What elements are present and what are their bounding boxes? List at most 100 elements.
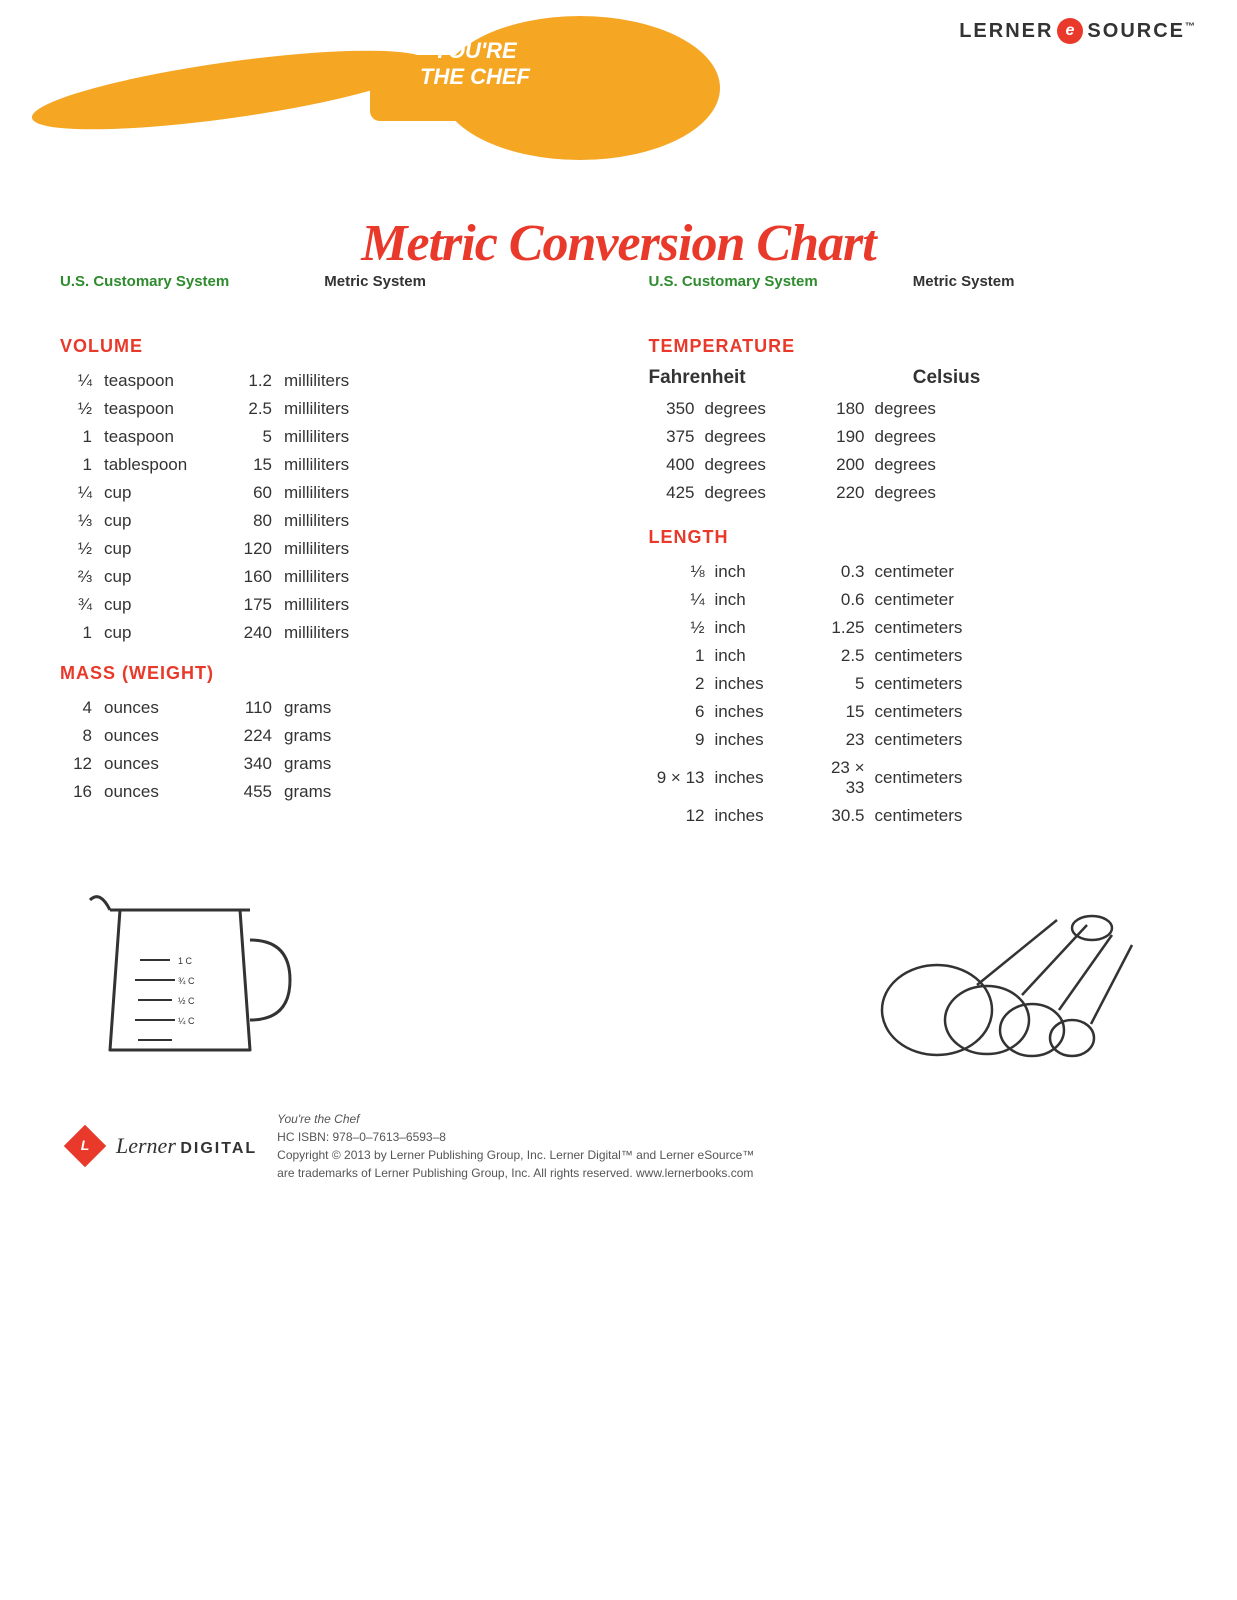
- volume-table: ¼ teaspoon 1.2 milliliters ½ teaspoon 2.…: [60, 367, 589, 647]
- length-row: 12 inches 30.5 centimeters: [649, 802, 1178, 830]
- length-qty: 9 × 13: [649, 754, 709, 802]
- lerner-e-icon: e: [1057, 18, 1083, 44]
- volume-unit: cup: [96, 563, 226, 591]
- volume-unit: cup: [96, 619, 226, 647]
- volume-qty: ⅔: [60, 563, 96, 591]
- svg-text:L: L: [81, 1137, 90, 1153]
- length-unit: inch: [709, 614, 809, 642]
- volume-metric-unit: milliliters: [276, 535, 589, 563]
- volume-metric-unit: milliliters: [276, 395, 589, 423]
- volume-metric-num: 80: [226, 507, 276, 535]
- length-unit: inches: [709, 802, 809, 830]
- volume-metric-unit: milliliters: [276, 591, 589, 619]
- right-column: TEMPERATURE Fahrenheit Celsius 350 degre…: [619, 320, 1178, 850]
- volume-row: ½ teaspoon 2.5 milliliters: [60, 395, 589, 423]
- mass-table: 4 ounces 110 grams 8 ounces 224 grams 12…: [60, 694, 589, 806]
- mass-row: 8 ounces 224 grams: [60, 722, 589, 750]
- temp-c-unit: degrees: [869, 423, 1178, 451]
- svg-text:¼ C: ¼ C: [178, 1016, 195, 1026]
- length-metric-num: 15: [809, 698, 869, 726]
- length-row: 1 inch 2.5 centimeters: [649, 642, 1178, 670]
- mass-metric-unit: grams: [276, 750, 589, 778]
- length-label: LENGTH: [649, 527, 1178, 548]
- mass-metric-num: 455: [226, 778, 276, 806]
- length-table: ⅛ inch 0.3 centimeter ¼ inch 0.6 centime…: [649, 558, 1178, 830]
- volume-qty: 1: [60, 619, 96, 647]
- length-metric-num: 0.3: [809, 558, 869, 586]
- length-unit: inches: [709, 726, 809, 754]
- volume-qty: ¼: [60, 367, 96, 395]
- volume-metric-num: 2.5: [226, 395, 276, 423]
- mass-row: 4 ounces 110 grams: [60, 694, 589, 722]
- length-unit: inch: [709, 586, 809, 614]
- volume-qty: ¼: [60, 479, 96, 507]
- measuring-cup-illustration: 1 C ¾ C ½ C ¼ C: [80, 880, 300, 1080]
- footer: L Lerner DIGITAL You're the Chef HC ISBN…: [0, 1100, 1237, 1202]
- us-customary-label-left: U.S. Customary System: [60, 273, 324, 290]
- temp-c-num: 190: [819, 423, 869, 451]
- volume-row: 1 teaspoon 5 milliliters: [60, 423, 589, 451]
- metric-label-right: Metric System: [913, 273, 1177, 290]
- length-metric-unit: centimeters: [869, 754, 1178, 802]
- temp-c-num: 200: [819, 451, 869, 479]
- volume-label: VOLUME: [60, 336, 589, 357]
- volume-unit: teaspoon: [96, 395, 226, 423]
- volume-row: ¼ teaspoon 1.2 milliliters: [60, 367, 589, 395]
- length-metric-num: 2.5: [809, 642, 869, 670]
- source-text: SOURCE™: [1087, 20, 1197, 43]
- length-metric-unit: centimeter: [869, 586, 1178, 614]
- mass-row: 16 ounces 455 grams: [60, 778, 589, 806]
- col-header-right: U.S. Customary System Metric System: [619, 273, 1178, 290]
- column-headers: U.S. Customary System Metric System U.S.…: [0, 273, 1237, 290]
- length-row: ½ inch 1.25 centimeters: [649, 614, 1178, 642]
- volume-unit: cup: [96, 591, 226, 619]
- length-section: LENGTH ⅛ inch 0.3 centimeter ¼ inch 0.6 …: [649, 527, 1178, 830]
- length-qty: 9: [649, 726, 709, 754]
- length-row: 9 × 13 inches 23 × 33 centimeters: [649, 754, 1178, 802]
- footer-diamond-icon: L: [60, 1121, 110, 1171]
- length-metric-unit: centimeters: [869, 698, 1178, 726]
- length-row: 9 inches 23 centimeters: [649, 726, 1178, 754]
- temp-f-num: 425: [649, 479, 699, 507]
- volume-metric-num: 15: [226, 451, 276, 479]
- volume-metric-num: 5: [226, 423, 276, 451]
- col-header-left: U.S. Customary System Metric System: [60, 273, 619, 290]
- mass-metric-num: 110: [226, 694, 276, 722]
- page-title: Metric Conversion Chart: [0, 214, 1237, 273]
- length-metric-num: 1.25: [809, 614, 869, 642]
- length-qty: ⅛: [649, 558, 709, 586]
- svg-text:¾ C: ¾ C: [178, 976, 195, 986]
- volume-qty: ½: [60, 395, 96, 423]
- footer-logo: L Lerner DIGITAL: [60, 1121, 257, 1171]
- length-metric-unit: centimeters: [869, 614, 1178, 642]
- mass-metric-unit: grams: [276, 778, 589, 806]
- celsius-header: Celsius: [913, 367, 1177, 389]
- temp-c-num: 180: [819, 395, 869, 423]
- volume-row: ½ cup 120 milliliters: [60, 535, 589, 563]
- length-row: 6 inches 15 centimeters: [649, 698, 1178, 726]
- temp-row: 375 degrees 190 degrees: [649, 423, 1178, 451]
- temp-f-num: 375: [649, 423, 699, 451]
- temp-c-unit: degrees: [869, 479, 1178, 507]
- volume-metric-num: 160: [226, 563, 276, 591]
- temp-f-unit: degrees: [699, 479, 819, 507]
- footer-copyright: You're the Chef HC ISBN: 978–0–7613–6593…: [277, 1110, 754, 1182]
- footer-brand: Lerner DIGITAL: [116, 1133, 257, 1159]
- length-unit: inches: [709, 698, 809, 726]
- temp-f-unit: degrees: [699, 395, 819, 423]
- volume-metric-num: 60: [226, 479, 276, 507]
- length-unit: inch: [709, 642, 809, 670]
- temp-row: 400 degrees 200 degrees: [649, 451, 1178, 479]
- length-metric-num: 30.5: [809, 802, 869, 830]
- lerner-text: LERNER: [959, 20, 1053, 43]
- length-row: ⅛ inch 0.3 centimeter: [649, 558, 1178, 586]
- length-row: ¼ inch 0.6 centimeter: [649, 586, 1178, 614]
- mass-metric-num: 340: [226, 750, 276, 778]
- volume-metric-unit: milliliters: [276, 423, 589, 451]
- temp-f-num: 400: [649, 451, 699, 479]
- volume-qty: 1: [60, 423, 96, 451]
- mass-qty: 12: [60, 750, 96, 778]
- volume-metric-num: 240: [226, 619, 276, 647]
- length-metric-unit: centimeter: [869, 558, 1178, 586]
- temp-c-unit: degrees: [869, 395, 1178, 423]
